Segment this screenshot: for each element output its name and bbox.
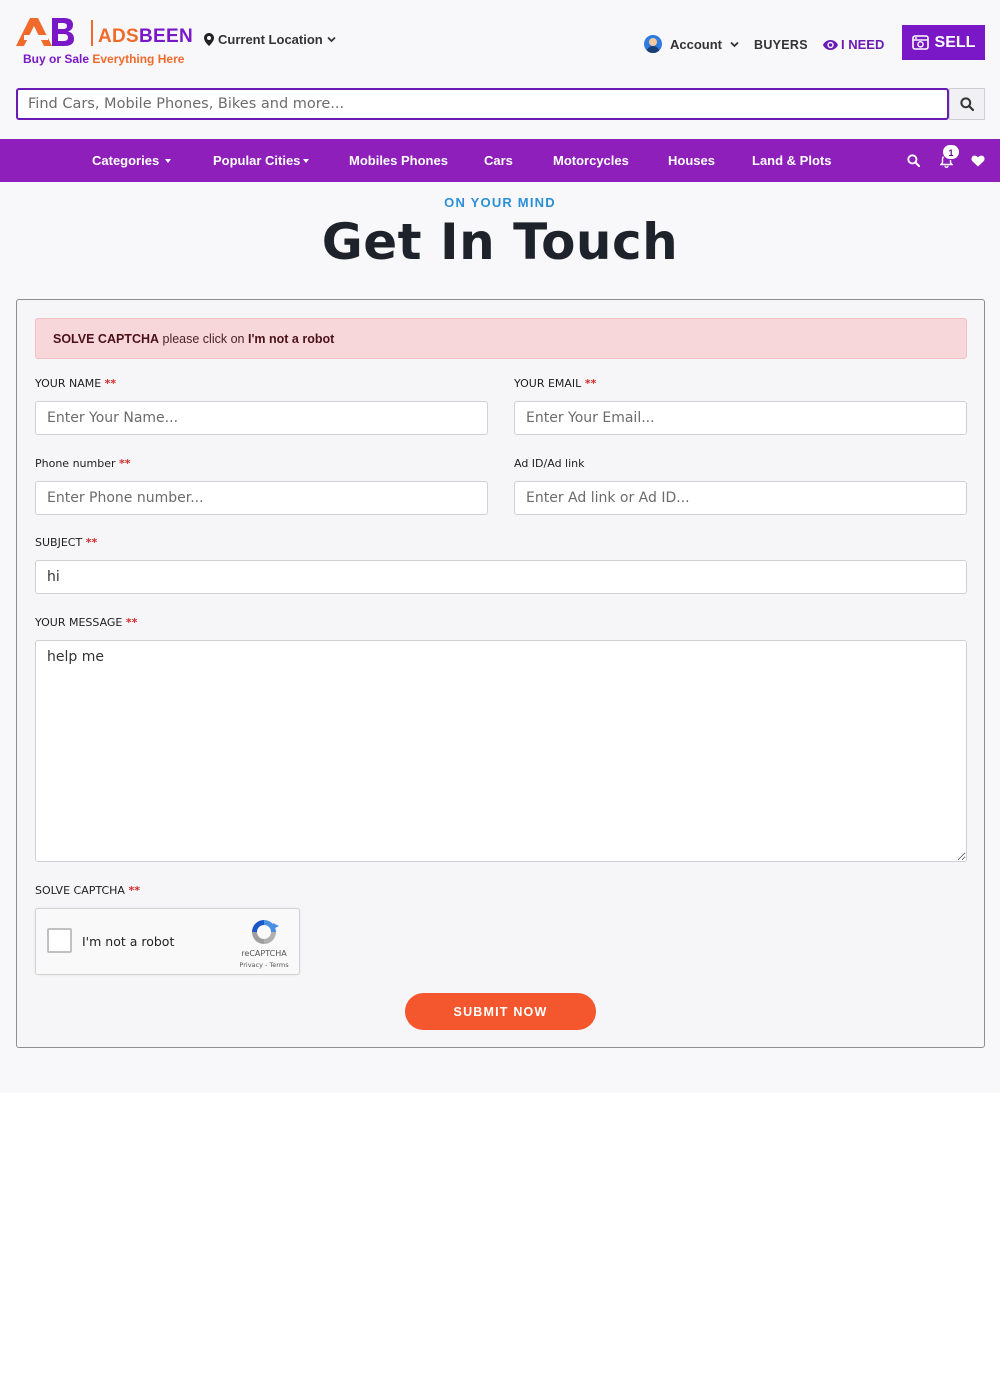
captcha-alert: SOLVE CAPTCHA please click on I'm not a …	[35, 318, 967, 359]
i-need-label: I NEED	[841, 37, 885, 52]
account-menu[interactable]: Account	[644, 35, 739, 53]
search-icon	[960, 97, 974, 111]
notification-count-badge: 1	[942, 144, 960, 160]
caret-down-icon	[303, 159, 310, 163]
nav-motorcycles[interactable]: Motorcycles	[553, 139, 629, 182]
search-bar	[16, 88, 985, 120]
phone-label: Phone number **	[35, 457, 131, 470]
nav-mobile-phones[interactable]: Mobiles Phones	[349, 139, 448, 182]
recaptcha-checkbox[interactable]	[47, 928, 72, 953]
subject-field[interactable]	[35, 560, 967, 594]
message-label: YOUR MESSAGE **	[35, 616, 138, 629]
recaptcha-terms-link[interactable]: Privacy - Terms	[232, 961, 296, 969]
nav-houses[interactable]: Houses	[668, 139, 715, 182]
logo-wordmark: ADSBEEN	[98, 26, 194, 47]
email-label: YOUR EMAIL **	[514, 377, 597, 390]
site-header: ADSBEEN Buy or Sale Everything Here Curr…	[0, 0, 1000, 139]
page-title: Get In Touch	[321, 213, 679, 271]
nav-cars[interactable]: Cars	[484, 139, 513, 182]
nav-categories[interactable]: Categories	[92, 139, 172, 182]
location-label: Current Location	[218, 32, 323, 47]
nav-land-plots[interactable]: Land & Plots	[752, 139, 831, 182]
logo-divider	[91, 20, 93, 46]
recaptcha-brand: reCAPTCHA	[241, 949, 287, 958]
i-need-link[interactable]: I NEED	[823, 37, 884, 52]
captcha-label: SOLVE CAPTCHA **	[35, 884, 140, 897]
search-icon	[907, 154, 920, 167]
heart-icon	[971, 155, 985, 166]
ad-link-label: Ad ID/Ad link	[514, 457, 585, 470]
main-navbar: Categories Popular Cities Mobiles Phones…	[0, 139, 1000, 182]
name-field[interactable]	[35, 401, 488, 435]
search-button[interactable]	[949, 88, 985, 120]
recaptcha-widget: I'm not a robot reCAPTCHA Privacy - Term…	[35, 908, 300, 975]
recaptcha-label: I'm not a robot	[82, 934, 175, 949]
caret-down-icon	[165, 159, 172, 163]
recaptcha-logo-icon	[252, 920, 279, 944]
chevron-down-icon	[327, 36, 336, 43]
section-kicker: ON YOUR MIND	[444, 195, 556, 210]
email-field[interactable]	[514, 401, 967, 435]
avatar	[644, 35, 662, 53]
submit-button[interactable]: SUBMIT NOW	[405, 993, 596, 1030]
sell-label: SELL	[934, 33, 976, 51]
message-field[interactable]: help me	[35, 640, 967, 862]
sell-button[interactable]: SELL	[902, 25, 985, 60]
search-input[interactable]	[16, 88, 949, 120]
account-label: Account	[670, 36, 722, 52]
subject-label: SUBJECT **	[35, 536, 98, 549]
logo-tagline: Buy or Sale Everything Here	[23, 52, 185, 66]
buyers-link[interactable]: BUYERS	[754, 38, 808, 52]
site-logo[interactable]: ADSBEEN Buy or Sale Everything Here	[16, 16, 193, 68]
map-pin-icon	[204, 33, 214, 46]
eye-icon	[823, 39, 838, 50]
location-selector[interactable]: Current Location	[204, 32, 336, 47]
ad-link-field[interactable]	[514, 481, 967, 515]
phone-field[interactable]	[35, 481, 488, 515]
nav-popular-cities[interactable]: Popular Cities	[213, 139, 310, 182]
logo-mark-icon	[16, 18, 74, 46]
favorites-button[interactable]	[971, 139, 985, 182]
nav-search-button[interactable]	[907, 139, 920, 182]
chevron-down-icon	[730, 41, 739, 47]
contact-form: SOLVE CAPTCHA please click on I'm not a …	[16, 299, 985, 1048]
name-label: YOUR NAME **	[35, 377, 117, 390]
camera-icon	[911, 35, 929, 50]
